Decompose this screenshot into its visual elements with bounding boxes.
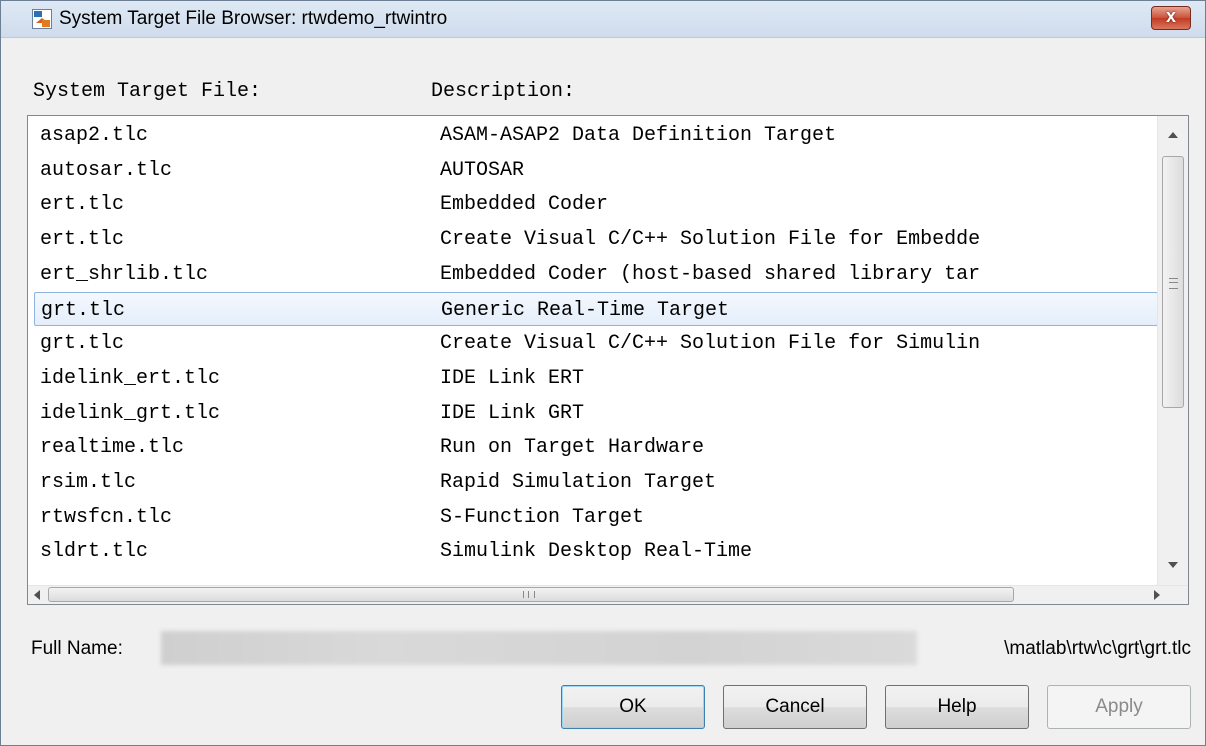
target-file-name: grt.tlc [41, 298, 126, 322]
target-file-name: sldrt.tlc [40, 540, 149, 564]
target-description: IDE Link GRT [440, 401, 585, 425]
target-description: Run on Target Hardware [440, 436, 705, 460]
redacted-path-block [161, 631, 917, 665]
grip-icon [523, 591, 535, 598]
target-file-name: ert.tlc [40, 193, 125, 217]
help-button[interactable]: Help [885, 685, 1029, 729]
close-icon: x [1165, 6, 1176, 26]
target-description: AUTOSAR [440, 158, 525, 182]
target-file-list[interactable]: asap2.tlc ASAM-ASAP2 Data Definition Targ… [27, 115, 1189, 605]
target-file-name: ert_shrlib.tlc [40, 262, 209, 286]
column-header-file: System Target File: [33, 80, 262, 103]
list-item[interactable]: autosar.tlc AUTOSAR [34, 153, 1158, 187]
target-file-name: idelink_ert.tlc [40, 366, 221, 390]
simulink-app-icon [32, 9, 52, 29]
column-header-description: Description: [431, 80, 576, 103]
full-name-label: Full Name: [31, 638, 123, 659]
scroll-up-icon[interactable] [1168, 132, 1178, 138]
list-item[interactable]: ert.tlc Create Visual C/C++ Solution File… [34, 222, 1158, 256]
full-name-field: \matlab\rtw\c\grt\grt.tlc [161, 627, 1191, 667]
list-item[interactable]: realtime.tlc Run on Target Hardware [34, 430, 1158, 464]
close-button[interactable]: x [1151, 6, 1191, 30]
vertical-scroll-thumb[interactable] [1162, 156, 1184, 408]
target-description: Rapid Simulation Target [440, 471, 717, 494]
target-file-name: rtwsfcn.tlc [40, 505, 173, 529]
horizontal-scrollbar[interactable] [28, 585, 1188, 604]
target-file-name: autosar.tlc [40, 158, 173, 182]
vertical-scrollbar[interactable] [1157, 116, 1188, 588]
apply-button[interactable]: Apply [1047, 685, 1191, 729]
target-file-name: ert.tlc [40, 228, 125, 252]
horizontal-scroll-thumb[interactable] [48, 587, 1014, 602]
list-item[interactable]: idelink_grt.tlc IDE Link GRT [34, 396, 1158, 430]
target-description: ASAM-ASAP2 Data Definition Target [440, 124, 837, 147]
list-item[interactable]: rsim.tlc Rapid Simulation Target [34, 465, 1158, 499]
scroll-down-icon[interactable] [1168, 562, 1178, 568]
target-file-name: grt.tlc [40, 332, 125, 356]
target-description: IDE Link ERT [440, 366, 585, 390]
target-description: Create Visual C/C++ Solution File for Si… [440, 332, 981, 356]
grip-icon [1169, 278, 1178, 289]
list-item-selected[interactable]: grt.tlc Generic Real-Time Target [34, 291, 1158, 326]
title-bar[interactable]: System Target File Browser: rtwdemo_rtwi… [1, 1, 1205, 38]
full-name-path: \matlab\rtw\c\grt\grt.tlc [1004, 638, 1191, 659]
list-item[interactable]: asap2.tlc ASAM-ASAP2 Data Definition Targ… [34, 118, 1158, 152]
scroll-right-icon[interactable] [1154, 590, 1160, 600]
list-item[interactable]: grt.tlc Create Visual C/C++ Solution File… [34, 326, 1158, 360]
target-description: Simulink Desktop Real-Time [440, 540, 753, 564]
list-item[interactable]: rtwsfcn.tlc S-Function Target [34, 500, 1158, 534]
ok-button[interactable]: OK [561, 685, 705, 729]
target-description: Create Visual C/C++ Solution File for Em… [440, 228, 981, 252]
target-file-name: idelink_grt.tlc [40, 401, 221, 425]
target-description: S-Function Target [440, 505, 645, 529]
window-title: System Target File Browser: rtwdemo_rtwi… [59, 8, 448, 29]
system-target-file-browser-window: System Target File Browser: rtwdemo_rtwi… [0, 0, 1206, 746]
target-file-name: rsim.tlc [40, 471, 137, 494]
list-item[interactable]: idelink_ert.tlc IDE Link ERT [34, 361, 1158, 395]
target-file-name: realtime.tlc [40, 436, 185, 460]
list-item[interactable]: ert_shrlib.tlc Embedded Coder (host-based… [34, 257, 1158, 291]
target-description: Generic Real-Time Target [441, 298, 730, 322]
target-file-name: asap2.tlc [40, 124, 149, 147]
list-item[interactable]: ert.tlc Embedded Coder [34, 187, 1158, 221]
target-description: Embedded Coder [440, 193, 609, 217]
target-description: Embedded Coder (host-based shared librar… [440, 262, 981, 286]
scroll-left-icon[interactable] [34, 590, 40, 600]
cancel-button[interactable]: Cancel [723, 685, 867, 729]
list-item[interactable]: sldrt.tlc Simulink Desktop Real-Time [34, 534, 1158, 568]
